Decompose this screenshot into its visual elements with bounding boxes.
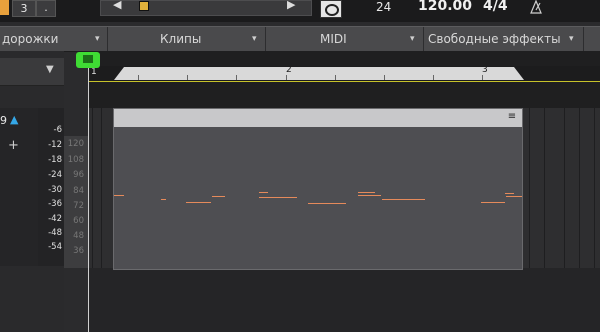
grid-line: [564, 108, 565, 268]
ruler-tick: [384, 75, 385, 80]
db-label: -24: [48, 170, 62, 180]
ruler-tick: [482, 75, 483, 80]
free-effects-menu-label: Свободные эффекты: [428, 32, 561, 46]
ruler-tick: [236, 75, 237, 80]
db-meter-scale: -6 -12 -18 -24 -30 -36 -42 -48 -54: [38, 108, 64, 266]
grid-line: [529, 108, 530, 268]
midi-note[interactable]: [358, 195, 381, 196]
midi-menu-label: MIDI: [320, 32, 347, 46]
record-indicator[interactable]: [0, 0, 9, 15]
midi-note[interactable]: [308, 203, 346, 204]
grid-line: [544, 108, 545, 268]
editor-menu-bar: дорожки ▾ Клипы ▾ MIDI ▾ Свободные эффек…: [0, 26, 600, 52]
db-label: -12: [48, 140, 62, 150]
db-label: -42: [48, 214, 62, 224]
pitch-label: 60: [73, 216, 84, 226]
rewind-icon[interactable]: ◀: [113, 0, 125, 11]
pitch-label: 120: [67, 139, 84, 149]
marker-line: [88, 81, 600, 82]
forward-icon[interactable]: ▶: [287, 0, 299, 11]
db-label: -48: [48, 228, 62, 238]
bar-number-label: 1: [91, 67, 97, 77]
midi-menu[interactable]: MIDI ▾: [266, 27, 424, 51]
midi-note[interactable]: [186, 202, 211, 203]
chevron-down-icon: ▾: [95, 34, 100, 44]
midi-note[interactable]: [505, 193, 514, 194]
ruler-tick: [138, 75, 139, 80]
empty-track-area[interactable]: [89, 268, 600, 332]
grid-line: [594, 108, 595, 268]
pitch-scale: 120 108 96 84 72 60 48 36: [64, 136, 89, 268]
metronome-icon[interactable]: [528, 0, 544, 14]
loop-region[interactable]: 2 3: [114, 67, 524, 80]
midi-note[interactable]: [212, 196, 225, 197]
ppq-value[interactable]: 24: [376, 0, 391, 14]
clip-menu-icon[interactable]: ≡: [504, 110, 520, 124]
track-count-field[interactable]: 3: [12, 0, 36, 17]
tracks-menu[interactable]: дорожки ▾: [0, 27, 108, 51]
db-label: -54: [48, 242, 62, 252]
time-signature[interactable]: 4/4: [483, 0, 508, 14]
db-label: -6: [53, 125, 62, 135]
ruler-tick: [286, 75, 287, 80]
track-dropdown[interactable]: ▼: [0, 58, 64, 86]
tempo-value[interactable]: 120.00: [418, 0, 472, 14]
midi-note[interactable]: [161, 199, 166, 200]
pitch-label: 84: [73, 186, 84, 196]
db-label: -36: [48, 199, 62, 209]
dot-button[interactable]: .: [36, 0, 56, 17]
track-header: 9 ▲ +: [0, 108, 39, 266]
ruler-tick: [187, 75, 188, 80]
midi-note[interactable]: [481, 202, 505, 203]
chevron-down-icon: ▼: [46, 64, 54, 75]
track-number: 9: [0, 114, 7, 127]
clip-header[interactable]: ≡: [114, 109, 522, 127]
pitch-label: 96: [73, 170, 84, 180]
transport-bar: 3 . ◀ ▶ 24 120.00 4/4: [0, 0, 600, 22]
midi-note[interactable]: [506, 196, 522, 197]
stop-icon[interactable]: [139, 1, 149, 11]
ruler-tick: [433, 75, 434, 80]
ruler-tick: [335, 75, 336, 80]
midi-clip[interactable]: ≡: [113, 108, 523, 270]
add-icon[interactable]: +: [8, 138, 19, 153]
free-effects-menu[interactable]: Свободные эффекты ▾: [424, 27, 584, 51]
grid-line: [579, 108, 580, 268]
clips-menu-label: Клипы: [160, 32, 202, 46]
sync-icon[interactable]: [320, 0, 342, 18]
grid-line: [92, 108, 93, 268]
pitch-label: 48: [73, 231, 84, 241]
midi-note[interactable]: [259, 192, 268, 193]
pitch-label: 72: [73, 201, 84, 211]
grid-line: [101, 108, 102, 268]
midi-note[interactable]: [259, 197, 297, 198]
arrow-up-icon[interactable]: ▲: [10, 113, 18, 126]
db-label: -18: [48, 155, 62, 165]
midi-note[interactable]: [358, 192, 375, 193]
db-label: -30: [48, 185, 62, 195]
transport-controls: ◀ ▶: [100, 0, 312, 16]
clips-menu[interactable]: Клипы ▾: [108, 27, 266, 51]
midi-note[interactable]: [114, 195, 124, 196]
midi-note[interactable]: [382, 199, 425, 200]
playhead-marker[interactable]: [76, 52, 100, 68]
chevron-down-icon: ▾: [410, 34, 415, 44]
chevron-down-icon: ▾: [569, 34, 574, 44]
pitch-label: 108: [67, 155, 84, 165]
pitch-label: 36: [73, 246, 84, 256]
playhead-line[interactable]: [88, 68, 89, 332]
tracks-menu-label: дорожки: [2, 32, 59, 46]
chevron-down-icon: ▾: [252, 34, 257, 44]
